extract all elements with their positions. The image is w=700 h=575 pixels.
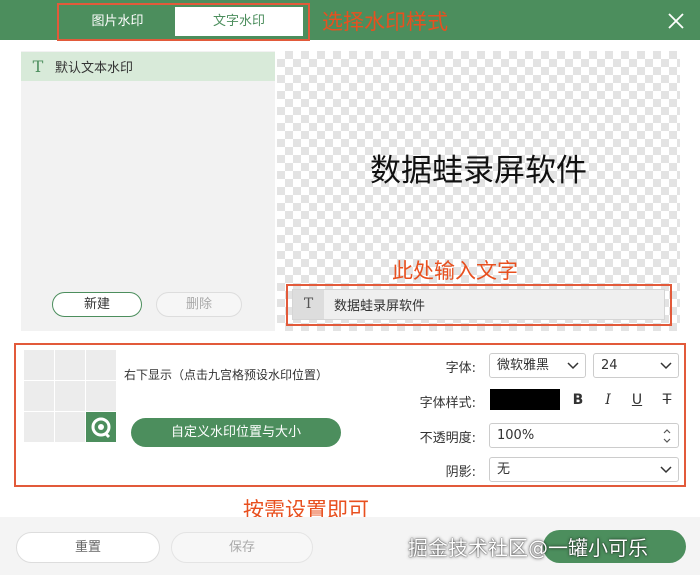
save-button[interactable]: 保存	[171, 532, 313, 563]
app-logo-icon	[91, 417, 111, 439]
list-item-default-text-watermark[interactable]: T 默认文本水印	[21, 52, 275, 81]
grid-cell-middle-center[interactable]	[55, 381, 85, 411]
annotation-box-tabs	[57, 3, 310, 41]
chevron-down-icon	[660, 465, 672, 473]
annotation-select-style: 选择水印样式	[322, 10, 448, 34]
position-description: 右下显示（点击九宫格预设水印位置）	[124, 368, 329, 382]
preview-watermark-text: 数据蛙录屏软件	[370, 153, 587, 189]
text-icon: T	[32, 57, 44, 76]
grid-cell-top-right[interactable]	[86, 350, 116, 380]
chevron-down-icon	[660, 361, 672, 369]
text-icon: T	[293, 290, 324, 319]
font-label: 字体:	[445, 361, 476, 376]
grid-cell-bottom-right[interactable]	[86, 412, 116, 442]
opacity-stepper[interactable]: 100%	[489, 423, 679, 448]
shadow-value: 无	[497, 462, 511, 477]
grid-cell-middle-right[interactable]	[86, 381, 116, 411]
new-button[interactable]: 新建	[52, 292, 142, 317]
watermark-list-panel	[21, 51, 275, 331]
grid-cell-bottom-center[interactable]	[55, 412, 85, 442]
grid-cell-bottom-left[interactable]	[24, 412, 54, 442]
underline-button[interactable]: U	[626, 389, 648, 411]
font-size-select[interactable]: 24	[593, 353, 679, 378]
list-item-label: 默认文本水印	[55, 61, 134, 76]
shadow-label: 阴影:	[445, 465, 476, 480]
watermark-credit: 掘金技术社区@一罐小可乐	[408, 536, 648, 560]
font-color-swatch[interactable]	[490, 389, 560, 410]
close-icon[interactable]	[666, 11, 686, 31]
grid-cell-top-center[interactable]	[55, 350, 85, 380]
shadow-select[interactable]: 无	[489, 457, 679, 482]
italic-button[interactable]: I	[597, 389, 619, 411]
stepper-arrows-icon[interactable]	[662, 427, 672, 445]
custom-position-button[interactable]: 自定义水印位置与大小	[131, 418, 341, 447]
chevron-down-icon	[567, 361, 579, 369]
watermark-text-field[interactable]: T	[292, 289, 665, 320]
grid-cell-middle-left[interactable]	[24, 381, 54, 411]
strikethrough-button[interactable]: T	[656, 389, 678, 411]
opacity-value: 100%	[497, 428, 535, 443]
opacity-label: 不透明度:	[419, 431, 476, 446]
font-family-value: 微软雅黑	[497, 358, 550, 373]
grid-cell-top-left[interactable]	[24, 350, 54, 380]
bold-button[interactable]: B	[567, 389, 589, 411]
font-style-label: 字体样式:	[419, 396, 476, 411]
position-grid	[24, 350, 116, 442]
font-size-value: 24	[601, 358, 618, 373]
reset-button[interactable]: 重置	[16, 532, 160, 563]
annotation-input-text: 此处输入文字	[392, 259, 518, 283]
watermark-text-input[interactable]	[324, 290, 664, 319]
font-family-select[interactable]: 微软雅黑	[489, 353, 586, 378]
delete-button[interactable]: 删除	[156, 292, 242, 317]
